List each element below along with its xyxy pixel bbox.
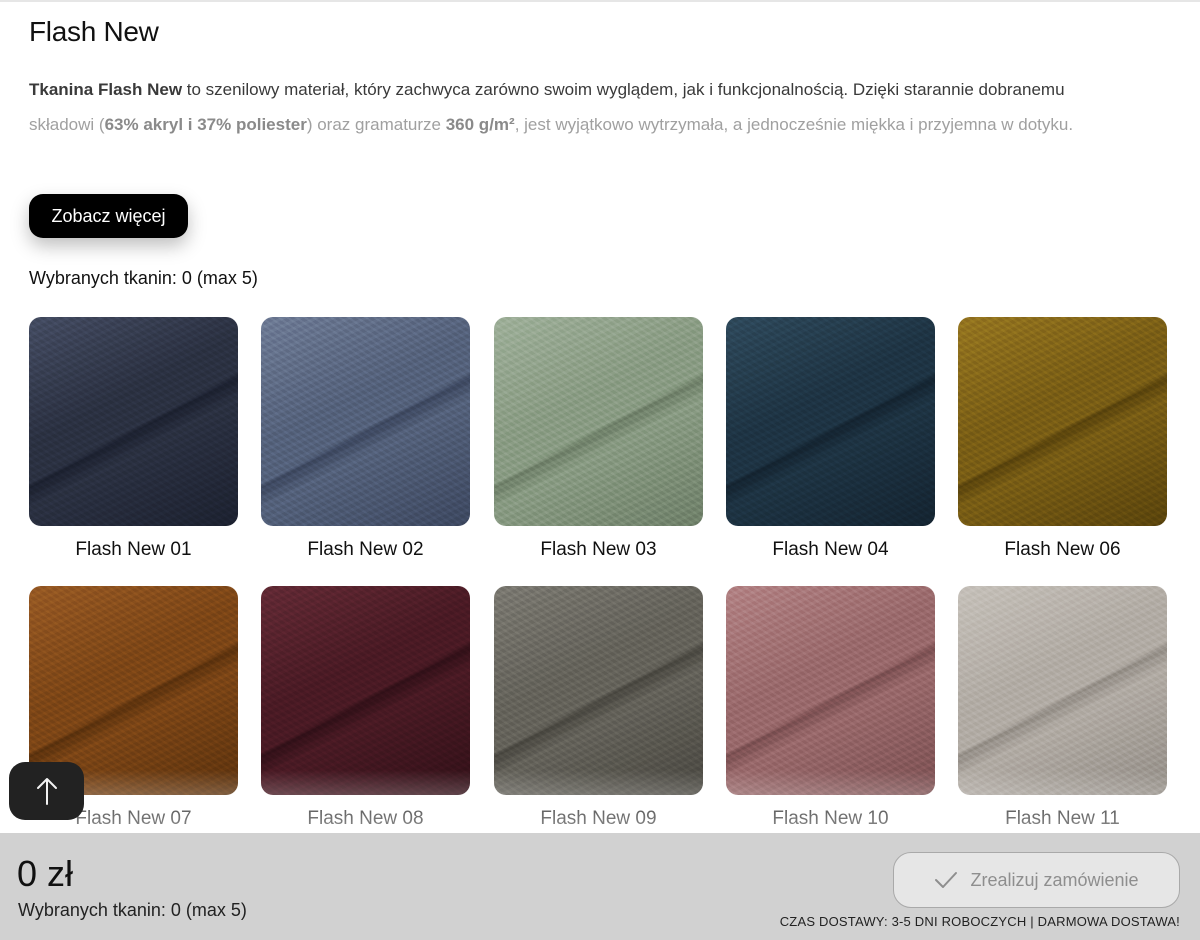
weight-bold: 360 g/m² (445, 115, 515, 134)
fabric-name: Flash New 01 (75, 539, 192, 560)
fabric-texture (958, 586, 1167, 795)
fabric-tile[interactable]: Flash New 01 (29, 317, 238, 560)
fabric-swatch[interactable] (958, 586, 1167, 795)
fabric-texture (494, 586, 703, 795)
fabric-tile[interactable]: Flash New 04 (726, 317, 935, 560)
top-divider (0, 0, 1200, 2)
fabric-texture (958, 317, 1167, 526)
fabric-name: Flash New 03 (540, 539, 657, 560)
order-summary-bar: 0 zł Wybranych tkanin: 0 (max 5) Zrealiz… (0, 833, 1200, 940)
fabric-name: Flash New 02 (307, 539, 424, 560)
fabric-tile[interactable]: Flash New 11 (958, 586, 1167, 829)
description-lead-bold: Tkanina Flash New (29, 80, 183, 99)
description-text: ) oraz gramaturze (306, 115, 446, 134)
delivery-info: CZAS DOSTAWY: 3-5 DNI ROBOCZYCH | DARMOW… (779, 914, 1180, 929)
see-more-button[interactable]: Zobacz więcej (29, 194, 188, 238)
selected-fabrics-counter: Wybranych tkanin: 0 (max 5) (29, 268, 258, 288)
total-price: 0 zł (17, 853, 74, 894)
fabric-texture (726, 317, 935, 526)
fabric-tile[interactable]: Flash New 03 (494, 317, 703, 560)
fabric-texture (261, 317, 470, 526)
product-description: Tkanina Flash New to szenilowy materiał,… (29, 72, 1169, 142)
fabric-swatch[interactable] (494, 586, 703, 795)
fabric-swatch[interactable] (29, 317, 238, 526)
composition-bold: 63% akryl i 37% poliester (104, 115, 307, 134)
fabric-swatch[interactable] (958, 317, 1167, 526)
page-title: Flash New (29, 16, 159, 47)
fabric-swatch[interactable] (261, 586, 470, 795)
fabric-name: Flash New 04 (772, 539, 889, 560)
fabric-tile[interactable]: Flash New 06 (958, 317, 1167, 560)
fabric-tile[interactable]: Flash New 10 (726, 586, 935, 829)
fabric-texture (726, 586, 935, 795)
description-line-2: składowi (63% akryl i 37% poliester) ora… (29, 107, 1169, 142)
place-order-label: Zrealizuj zamówienie (970, 869, 1139, 890)
bottom-fade (0, 770, 1200, 834)
arrow-up-icon (36, 778, 57, 805)
description-text: , jest wyjątkowo wytrzymała, a jednocześ… (514, 115, 1074, 134)
fabric-tile[interactable]: Flash New 02 (261, 317, 470, 560)
fabric-texture (29, 317, 238, 526)
fabric-swatch[interactable] (726, 317, 935, 526)
scroll-to-top-button[interactable] (9, 762, 84, 820)
fabric-swatch[interactable] (261, 317, 470, 526)
fabric-texture (261, 586, 470, 795)
bar-selected-counter: Wybranych tkanin: 0 (max 5) (18, 900, 247, 920)
checkmark-icon (935, 872, 958, 888)
fabric-name: Flash New 06 (1004, 539, 1121, 560)
description-lead-text: to szenilowy materiał, który zachwyca za… (182, 80, 1065, 99)
fabric-tile[interactable]: Flash New 08 (261, 586, 470, 829)
description-line-1: Tkanina Flash New to szenilowy materiał,… (29, 72, 1169, 107)
fabric-tile[interactable]: Flash New 09 (494, 586, 703, 829)
fabric-swatch[interactable] (726, 586, 935, 795)
description-text: składowi ( (29, 115, 105, 134)
fabric-texture (494, 317, 703, 526)
place-order-button[interactable]: Zrealizuj zamówienie (893, 852, 1180, 908)
fabric-swatch[interactable] (494, 317, 703, 526)
